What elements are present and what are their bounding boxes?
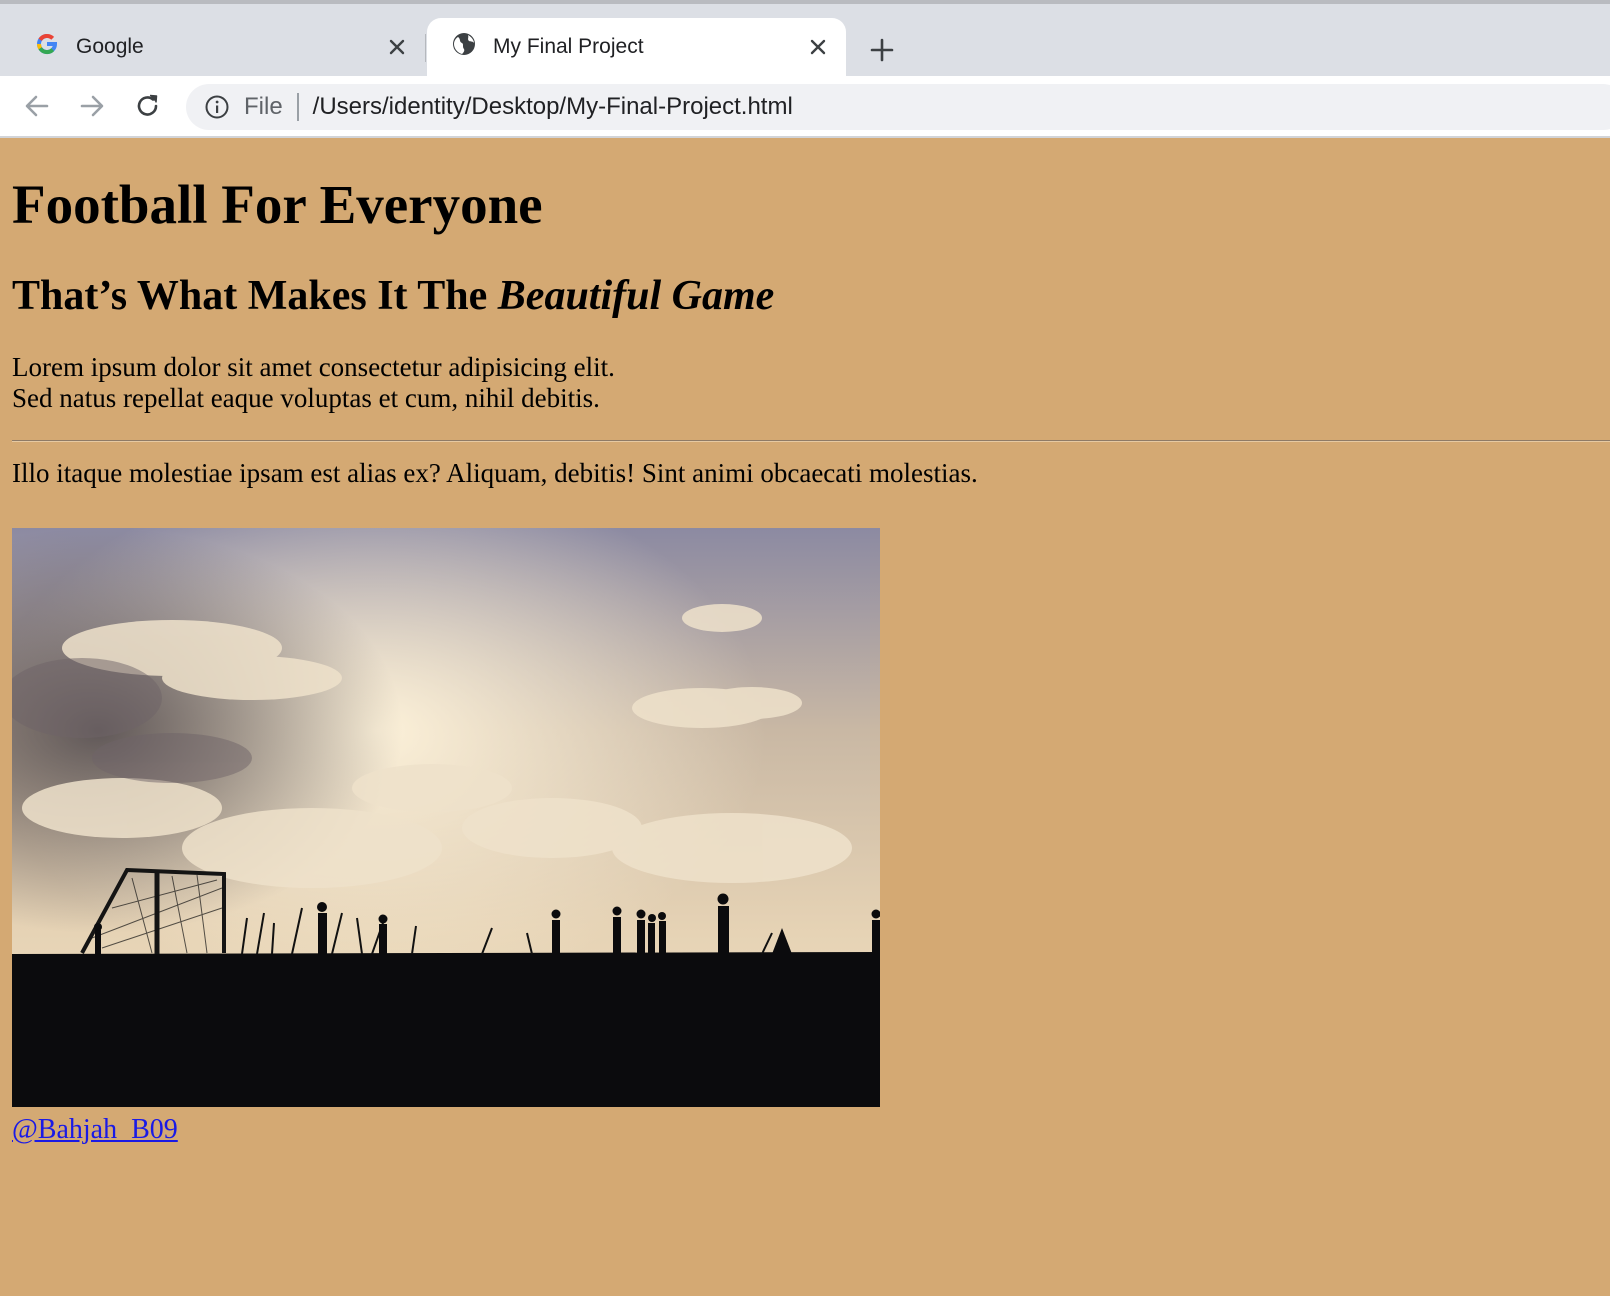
tab-google[interactable]: Google	[0, 18, 425, 76]
close-tab-button[interactable]	[383, 33, 411, 61]
page-title: Football For Everyone	[12, 174, 543, 235]
tab-strip: Google My Final Project	[0, 4, 1610, 76]
tab-my-final-project[interactable]: My Final Project	[427, 18, 846, 76]
browser-toolbar: File /Users/identity/Desktop/My-Final-Pr…	[0, 76, 1610, 138]
close-icon	[389, 39, 405, 55]
page-subtitle: That’s What Makes It The Beautiful Game	[12, 272, 774, 320]
reload-icon	[137, 94, 158, 116]
info-icon[interactable]	[204, 94, 230, 120]
intro-line-1: Lorem ipsum dolor sit amet consectetur a…	[12, 352, 615, 382]
arrow-left-icon	[25, 95, 49, 117]
body-paragraph: Illo itaque molestiae ipsam est alias ex…	[12, 458, 978, 488]
subtitle-text: That’s What Makes It The	[12, 273, 498, 319]
url-text[interactable]: /Users/identity/Desktop/My-Final-Project…	[313, 93, 793, 121]
football-sunset-image	[12, 528, 880, 1107]
intro-line-2: Sed natus repellat eaque voluptas et cum…	[12, 383, 600, 413]
security-label: File	[244, 93, 283, 120]
address-bar[interactable]: File /Users/identity/Desktop/My-Final-Pr…	[186, 84, 1610, 130]
close-icon	[810, 39, 826, 55]
back-button[interactable]	[20, 89, 54, 123]
tab-divider	[425, 34, 426, 62]
horizontal-rule	[12, 440, 1610, 442]
intro-paragraph: Lorem ipsum dolor sit amet consectetur a…	[12, 352, 615, 414]
tab-label: My Final Project	[493, 35, 644, 58]
photo-credit-link[interactable]: @Bahjah_B09	[12, 1114, 178, 1146]
close-tab-button[interactable]	[804, 33, 832, 61]
globe-icon	[451, 31, 477, 63]
arrow-right-icon	[80, 95, 104, 117]
new-tab-button[interactable]	[866, 34, 898, 66]
subtitle-emphasis: Beautiful Game	[497, 273, 775, 319]
address-separator	[296, 93, 299, 121]
plus-icon	[870, 38, 894, 62]
google-icon	[34, 31, 60, 63]
forward-button[interactable]	[75, 89, 109, 123]
reload-button[interactable]	[131, 89, 165, 123]
tab-label: Google	[76, 35, 144, 58]
